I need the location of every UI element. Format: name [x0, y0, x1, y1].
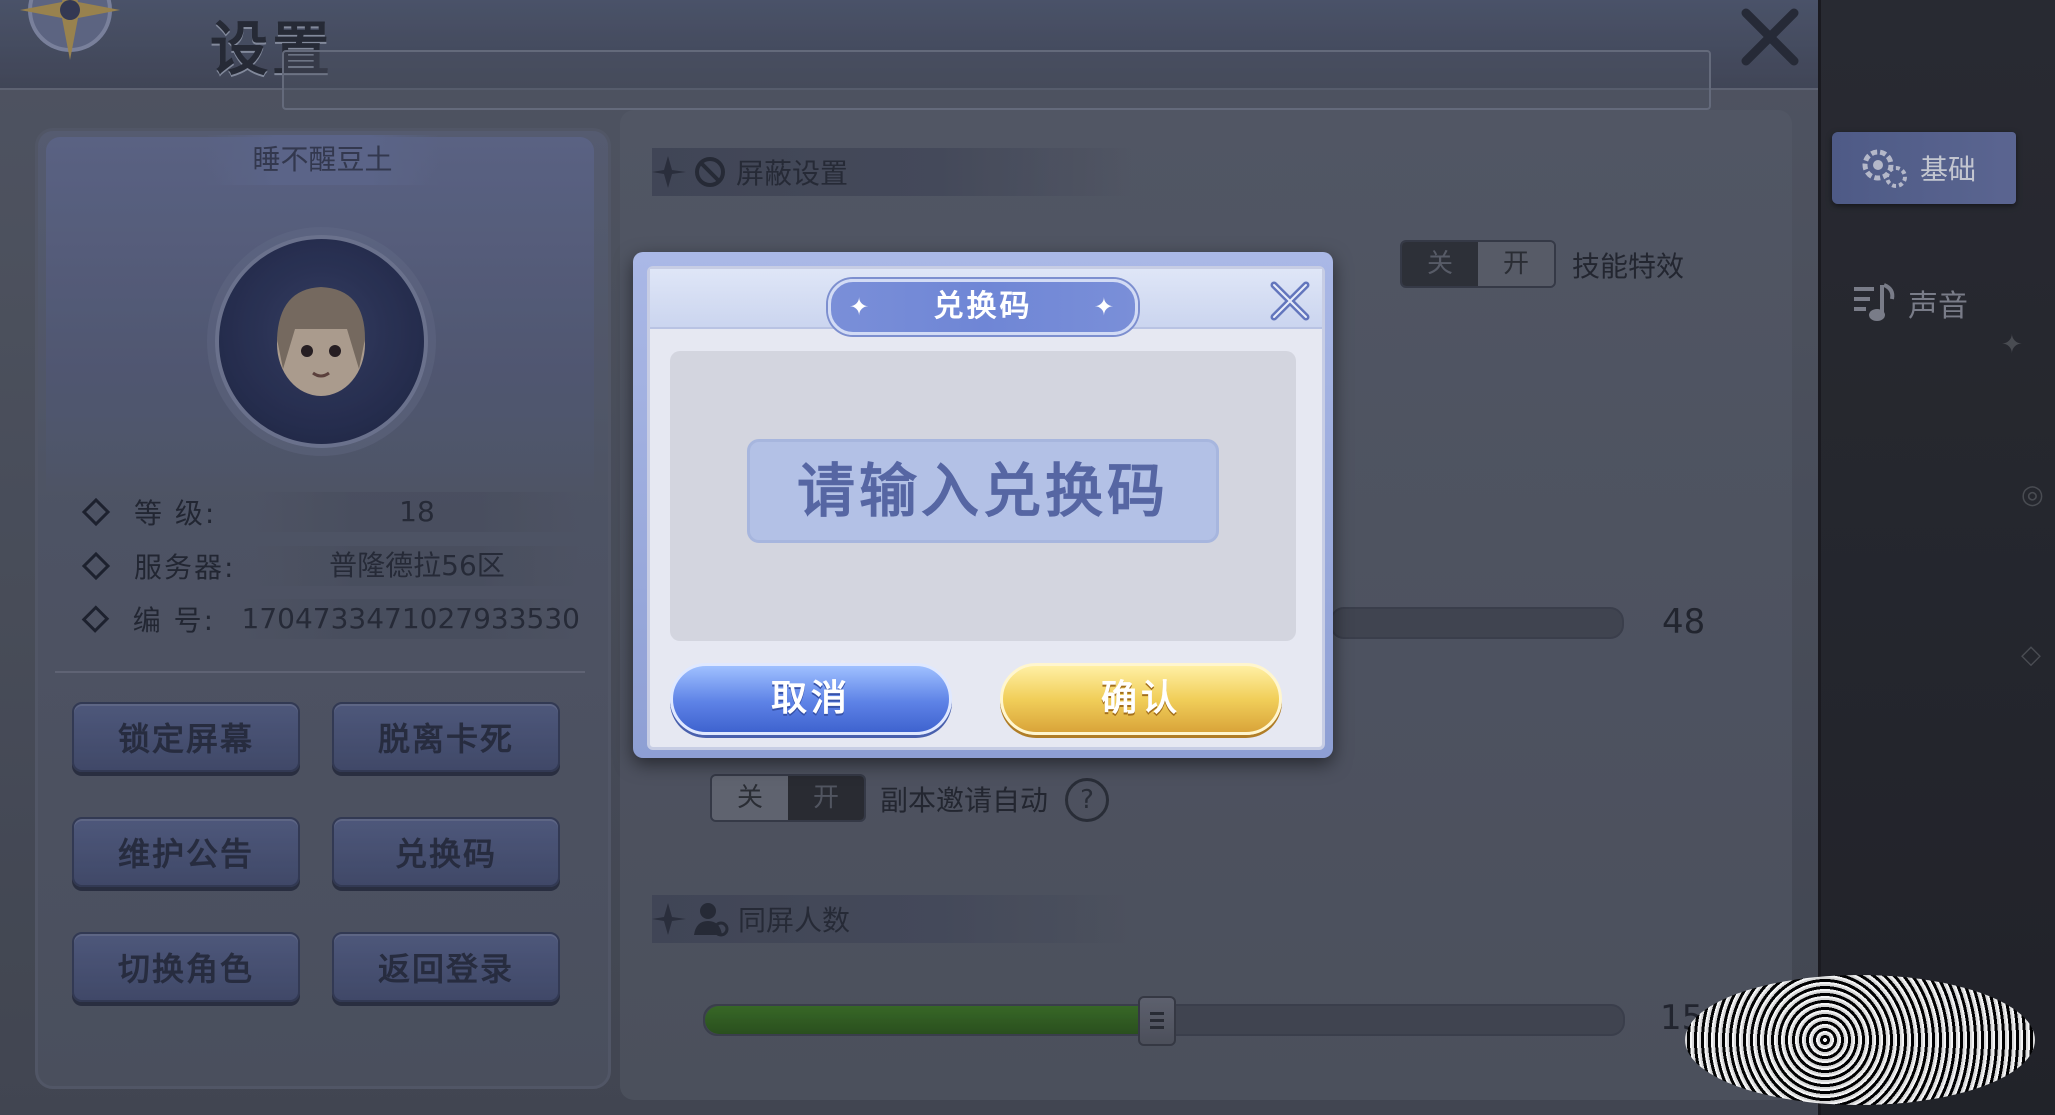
dialog-title-pill: ✦ 兑换码 ✦	[828, 279, 1138, 335]
settings-screen: 设置 ✦ ◎ ◇ 基础 声音 睡不醒豆土 等 级: 18 服务器: 普隆德拉56…	[0, 0, 2055, 1115]
noise-overlay	[1685, 975, 2035, 1105]
redeem-code-input[interactable]	[747, 439, 1219, 543]
cancel-button[interactable]: 取消	[670, 663, 952, 735]
star-icon: ✦	[849, 293, 873, 321]
dialog-close-icon[interactable]	[1268, 279, 1312, 323]
dialog-body: ✦ 兑换码 ✦ 取消 确认	[647, 266, 1325, 750]
star-icon: ✦	[1093, 293, 1117, 321]
redeem-code-dialog: ✦ 兑换码 ✦ 取消 确认	[633, 252, 1333, 758]
code-input-area	[670, 351, 1296, 641]
confirm-button[interactable]: 确认	[1000, 663, 1282, 735]
dialog-title: 兑换码	[933, 289, 1033, 324]
